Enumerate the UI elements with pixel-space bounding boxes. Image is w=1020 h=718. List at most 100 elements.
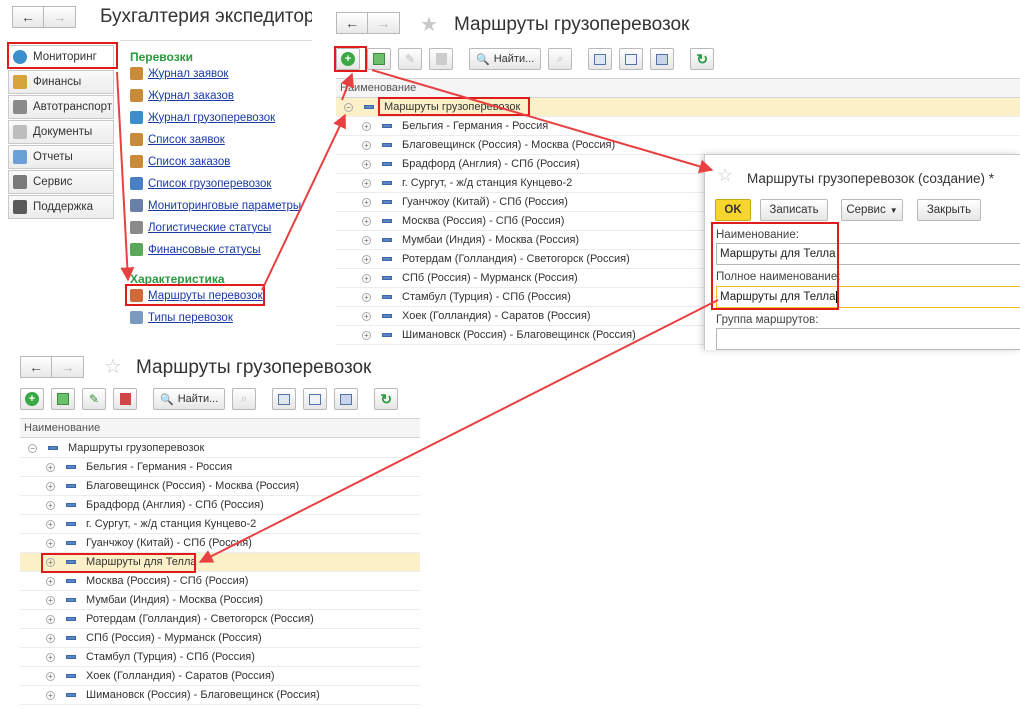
expand-icon[interactable]: + [46, 576, 55, 586]
expand-icon[interactable]: + [362, 273, 371, 283]
create-button[interactable]: + [336, 48, 360, 70]
refresh-button[interactable]: ↻ [374, 388, 399, 410]
sidebar-item-0[interactable]: Мониторинг [8, 45, 114, 69]
collapse-icon[interactable]: − [344, 102, 353, 112]
table-row[interactable]: + Стамбул (Турция) - СПб (Россия) [20, 648, 420, 667]
delete-button[interactable] [113, 388, 137, 410]
table-row[interactable]: + Хоек (Голландия) - Саратов (Россия) [20, 667, 420, 686]
ok-button[interactable]: OK [715, 199, 751, 221]
nav-link[interactable]: Журнал заказов [130, 89, 234, 102]
nav-link-label[interactable]: Маршруты перевозок [148, 290, 263, 302]
create-group-button[interactable] [51, 388, 75, 410]
mark-button[interactable] [303, 388, 328, 410]
sidebar-item-3[interactable]: Документы [8, 120, 114, 144]
nav-link[interactable]: Журнал заявок [130, 67, 228, 80]
favorite-star-icon[interactable]: ☆ [717, 165, 733, 186]
sidebar-item-5[interactable]: Сервис [8, 170, 114, 194]
tree-group-row[interactable]: − Маршруты грузоперевозок [20, 439, 420, 458]
back-button[interactable]: ← [20, 356, 52, 378]
expand-icon[interactable]: + [46, 557, 55, 567]
settings-button[interactable] [588, 48, 613, 70]
find-button[interactable]: 🔍 Найти... [469, 48, 542, 70]
refresh-button[interactable]: ↻ [690, 48, 715, 70]
table-row[interactable]: + Бельгия - Германия - Россия [20, 458, 420, 477]
nav-link-label[interactable]: Журнал грузоперевозок [148, 112, 275, 124]
mark-button[interactable] [619, 48, 644, 70]
table-row[interactable]: + Мумбаи (Индия) - Москва (Россия) [20, 591, 420, 610]
table-row[interactable]: + Бельгия - Германия - Россия [336, 117, 1020, 136]
table-row[interactable]: + Брадфорд (Англия) - СПб (Россия) [20, 496, 420, 515]
nav-link-label[interactable]: Журнал заказов [148, 90, 234, 102]
expand-icon[interactable]: + [362, 254, 371, 264]
expand-icon[interactable]: + [46, 690, 55, 700]
collapse-icon[interactable]: − [28, 443, 37, 453]
cancel-search-button[interactable]: ⌕ [232, 388, 257, 410]
expand-icon[interactable]: + [362, 121, 371, 131]
table-row[interactable]: + СПб (Россия) - Мурманск (Россия) [20, 629, 420, 648]
expand-icon[interactable]: + [362, 330, 371, 340]
nav-link-label[interactable]: Мониторинговые параметры [148, 200, 301, 212]
nav-link-label[interactable]: Логистические статусы [148, 222, 271, 234]
nav-link-label[interactable]: Список грузоперевозок [148, 178, 271, 190]
nav-link[interactable]: Типы перевозок [130, 311, 233, 324]
favorite-star-icon[interactable]: ★ [420, 12, 438, 37]
back-button[interactable]: ← [12, 6, 44, 28]
tree-group-row[interactable]: − Маршруты грузоперевозок [336, 98, 1020, 117]
column-header[interactable]: Наименование [336, 78, 1020, 98]
table-row[interactable]: + Шимановск (Россия) - Благовещинск (Росс… [20, 686, 420, 705]
nav-link[interactable]: Список заказов [130, 155, 230, 168]
route-group-field[interactable] [716, 328, 1020, 350]
expand-icon[interactable]: + [362, 159, 371, 169]
back-button[interactable]: ← [336, 12, 368, 34]
expand-icon[interactable]: + [46, 462, 55, 472]
expand-icon[interactable]: + [362, 197, 371, 207]
expand-icon[interactable]: + [362, 178, 371, 188]
forward-button[interactable]: → [368, 12, 400, 34]
nav-link-label[interactable]: Список заявок [148, 134, 225, 146]
delete-button[interactable] [429, 48, 453, 70]
full-name-field[interactable]: Маршруты для Телла [716, 286, 1020, 308]
edit-button[interactable]: ✎ [398, 48, 422, 70]
nav-link[interactable]: Список грузоперевозок [130, 177, 271, 190]
sidebar-item-1[interactable]: Финансы [8, 70, 114, 94]
save-button[interactable]: Записать [760, 199, 828, 221]
create-group-button[interactable] [367, 48, 391, 70]
expand-icon[interactable]: + [46, 500, 55, 510]
expand-icon[interactable]: + [362, 216, 371, 226]
sidebar-item-4[interactable]: Отчеты [8, 145, 114, 169]
expand-icon[interactable]: + [46, 671, 55, 681]
cancel-search-button[interactable]: ⌕ [548, 48, 573, 70]
close-button[interactable]: Закрыть [917, 199, 981, 221]
column-header[interactable]: Наименование [20, 418, 420, 438]
nav-link[interactable]: Список заявок [130, 133, 225, 146]
table-row[interactable]: + г. Сургут, - ж/д станция Кунцево-2 [20, 515, 420, 534]
table-row[interactable]: + Благовещинск (Россия) - Москва (Россия) [336, 136, 1020, 155]
sidebar-item-6[interactable]: Поддержка [8, 195, 114, 219]
favorite-star-icon[interactable]: ☆ [104, 354, 122, 379]
forward-button[interactable]: → [44, 6, 76, 28]
nav-link[interactable]: Мониторинговые параметры [130, 199, 301, 212]
print-button[interactable] [650, 48, 675, 70]
service-menu-button[interactable]: Сервис ▼ [841, 199, 903, 221]
expand-icon[interactable]: + [46, 614, 55, 624]
table-row[interactable]: + Ротердам (Голландия) - Светогорск (Росс… [20, 610, 420, 629]
settings-button[interactable] [272, 388, 297, 410]
nav-link-label[interactable]: Типы перевозок [148, 312, 233, 324]
nav-link[interactable]: Финансовые статусы [130, 243, 261, 256]
find-button[interactable]: 🔍 Найти... [153, 388, 226, 410]
nav-link[interactable]: Маршруты перевозок [130, 289, 263, 302]
print-button[interactable] [334, 388, 359, 410]
table-row[interactable]: + Маршруты для Телла [20, 553, 420, 572]
expand-icon[interactable]: + [46, 519, 55, 529]
name-field[interactable]: Маршруты для Телла [716, 243, 1020, 265]
nav-link-label[interactable]: Список заказов [148, 156, 230, 168]
nav-link-label[interactable]: Финансовые статусы [148, 244, 261, 256]
expand-icon[interactable]: + [46, 652, 55, 662]
table-row[interactable]: + Гуанчжоу (Китай) - СПб (Россия) [20, 534, 420, 553]
create-button[interactable]: + [20, 388, 44, 410]
forward-button[interactable]: → [52, 356, 84, 378]
expand-icon[interactable]: + [362, 140, 371, 150]
expand-icon[interactable]: + [362, 311, 371, 321]
nav-link-label[interactable]: Журнал заявок [148, 68, 228, 80]
expand-icon[interactable]: + [46, 538, 55, 548]
